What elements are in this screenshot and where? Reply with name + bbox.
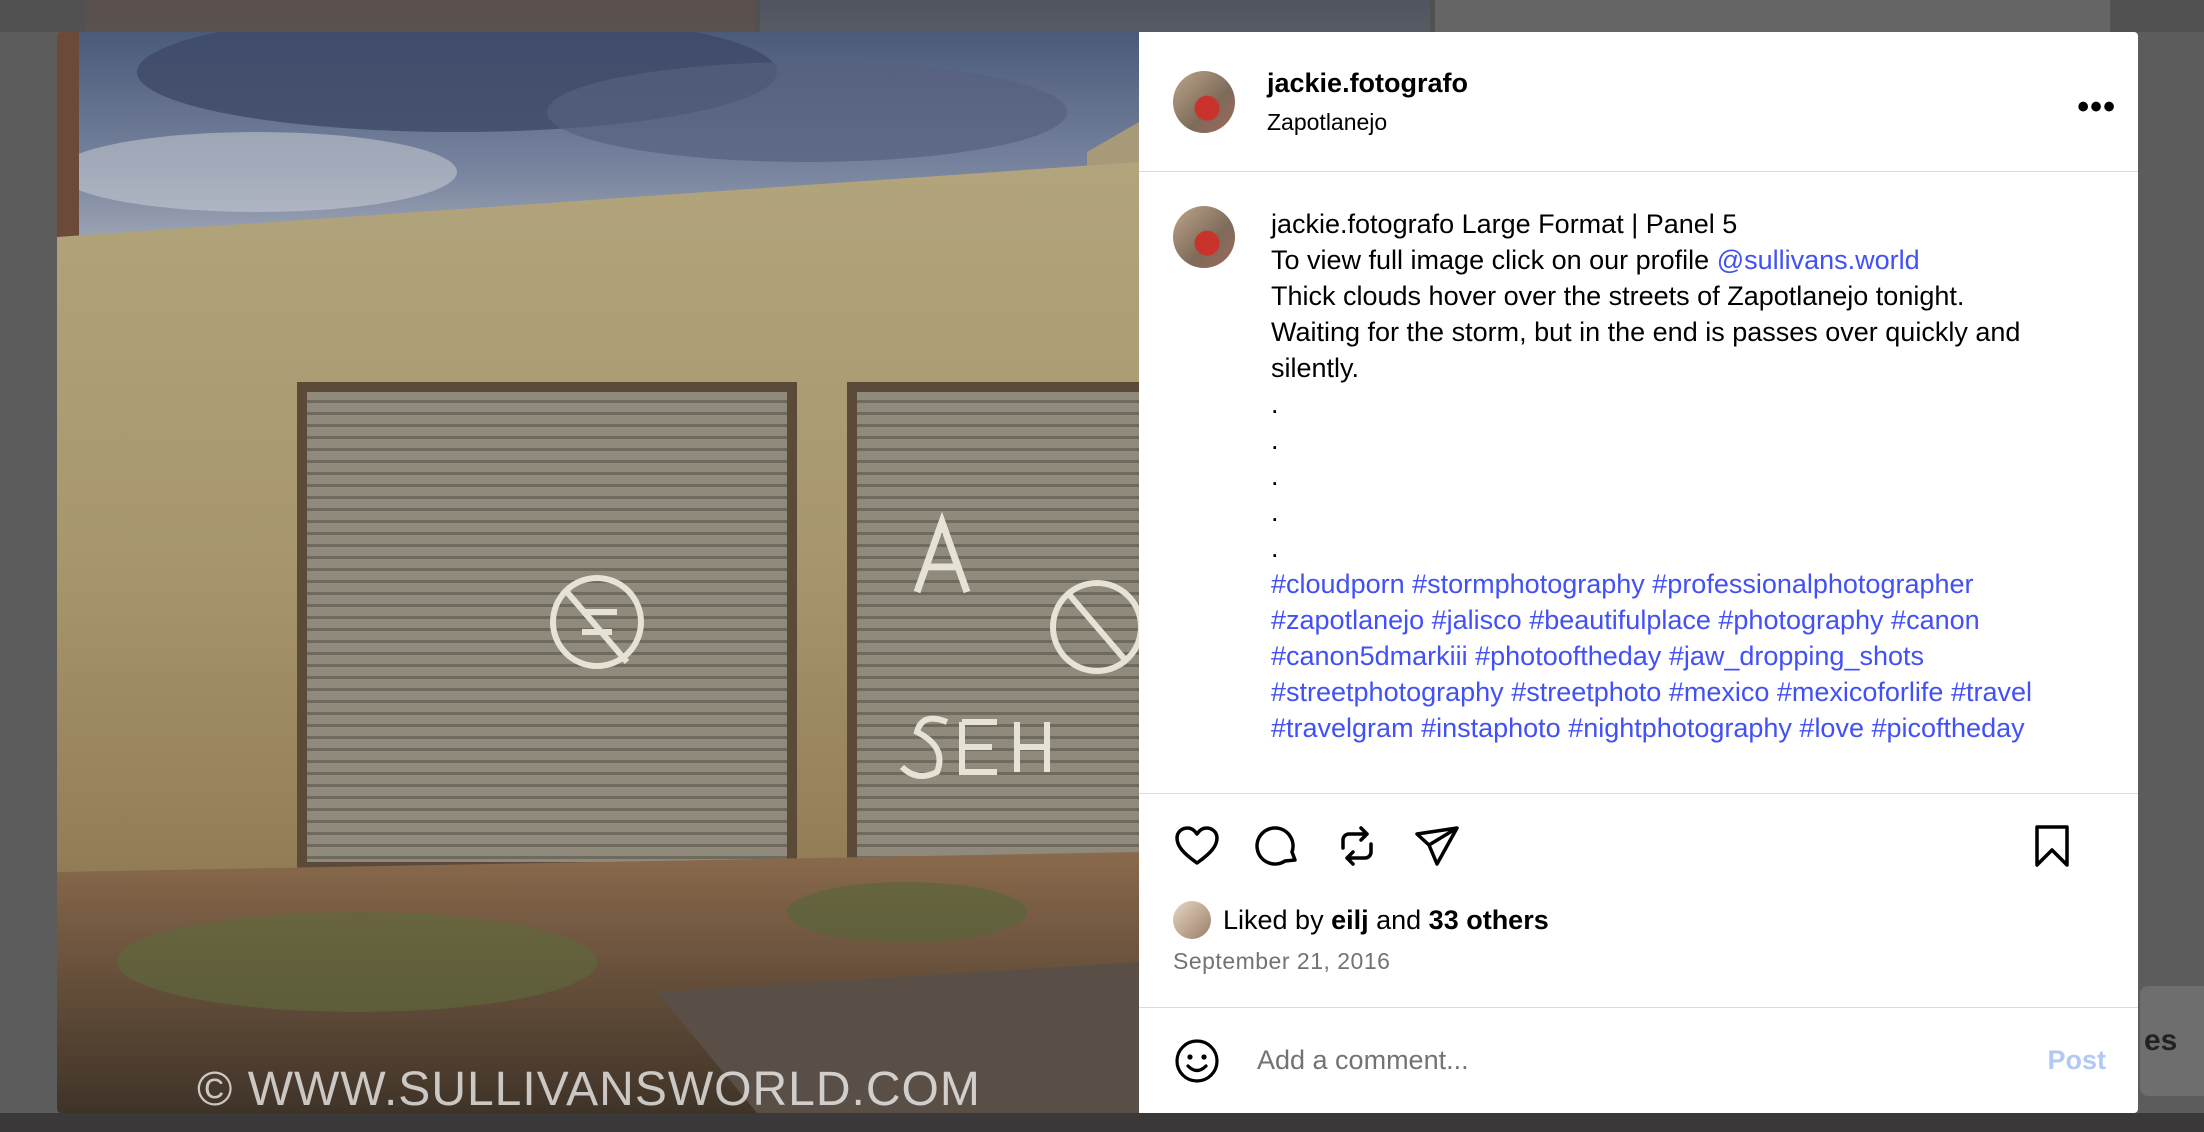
caption-text: Thick clouds hover over the streets of Z… bbox=[1271, 281, 2021, 383]
side-card-text: es bbox=[2144, 1024, 2178, 1057]
hashtag-link[interactable]: #jaw_dropping_shots bbox=[1669, 641, 1924, 671]
likes-summary: Liked by eilj and 33 others bbox=[1139, 898, 2138, 942]
share-icon[interactable] bbox=[1413, 822, 1461, 870]
likes-prefix: Liked by bbox=[1223, 904, 1332, 935]
hashtag-link[interactable]: #beautifulplace bbox=[1529, 605, 1711, 635]
author-avatar[interactable] bbox=[1173, 70, 1235, 133]
comment-input[interactable] bbox=[1255, 1044, 2019, 1077]
caption-dot: . bbox=[1271, 461, 1279, 491]
caption-dot: . bbox=[1271, 389, 1279, 419]
post-actions bbox=[1139, 794, 2138, 898]
hashtag-link[interactable]: #love bbox=[1799, 713, 1864, 743]
author-username[interactable]: jackie.fotografo bbox=[1267, 68, 1468, 99]
caption-title: Large Format | Panel 5 bbox=[1461, 209, 1738, 239]
hashtag-link[interactable]: #nightphotography bbox=[1568, 713, 1792, 743]
hashtag-link[interactable]: #streetphotography bbox=[1271, 677, 1504, 707]
liker-avatar[interactable] bbox=[1173, 901, 1211, 939]
hashtag-link[interactable]: #picoftheday bbox=[1871, 713, 2024, 743]
hashtag-link[interactable]: #mexicoforlife bbox=[1777, 677, 1944, 707]
post-details-panel: jackie.fotografo Zapotlanejo ••• jackie.… bbox=[1139, 32, 2138, 1113]
post-caption: jackie.fotografo Large Format | Panel 5 … bbox=[1139, 172, 2138, 794]
author-info: jackie.fotografo Zapotlanejo bbox=[1267, 68, 1468, 136]
likes-text: Liked by eilj and 33 others bbox=[1223, 905, 1549, 936]
caption-author-avatar[interactable] bbox=[1173, 206, 1235, 268]
hashtag-link[interactable]: #travelgram bbox=[1271, 713, 1414, 743]
likes-others-link[interactable]: 33 others bbox=[1429, 905, 1549, 935]
hashtag-link[interactable]: #mexico bbox=[1669, 677, 1770, 707]
post-photo[interactable]: © WWW.SULLIVANSWORLD.COM bbox=[57, 32, 1139, 1113]
hashtag-link[interactable]: #canon bbox=[1891, 605, 1980, 635]
hashtag-link[interactable]: #travel bbox=[1951, 677, 2032, 707]
hashtag-link[interactable]: #professionalphotographer bbox=[1652, 569, 1973, 599]
post-comment-button[interactable]: Post bbox=[2047, 1045, 2106, 1076]
caption-dot: . bbox=[1271, 425, 1279, 455]
more-options-icon[interactable]: ••• bbox=[2077, 88, 2116, 127]
comment-icon[interactable] bbox=[1253, 822, 1301, 870]
caption-dot: . bbox=[1271, 533, 1279, 563]
post-header: jackie.fotografo Zapotlanejo ••• bbox=[1139, 32, 2138, 172]
hashtag-link[interactable]: #jalisco bbox=[1432, 605, 1522, 635]
liker-username[interactable]: eilj bbox=[1331, 905, 1369, 935]
hashtag-link[interactable]: #zapotlanejo bbox=[1271, 605, 1424, 635]
post-date[interactable]: September 21, 2016 bbox=[1139, 948, 2138, 975]
hashtag-link[interactable]: #instaphoto bbox=[1421, 713, 1561, 743]
caption-username[interactable]: jackie.fotografo bbox=[1271, 209, 1454, 239]
hashtag-link[interactable]: #stormphotography bbox=[1412, 569, 1645, 599]
background-overlay bbox=[0, 0, 2204, 32]
caption-dot: . bbox=[1271, 497, 1279, 527]
background-overlay-bottom bbox=[0, 1113, 2204, 1132]
post-modal: © WWW.SULLIVANSWORLD.COM jackie.fotograf… bbox=[57, 32, 2138, 1113]
background-side-card: es bbox=[2140, 986, 2204, 1096]
emoji-icon[interactable] bbox=[1173, 1037, 1221, 1085]
hashtag-link[interactable]: #cloudporn bbox=[1271, 569, 1405, 599]
hashtag-link[interactable]: #streetphoto bbox=[1511, 677, 1661, 707]
hashtag-link[interactable]: #photography bbox=[1718, 605, 1883, 635]
photo-watermark: © WWW.SULLIVANSWORLD.COM bbox=[197, 1063, 981, 1113]
caption-hashtags: #cloudporn #stormphotography #profession… bbox=[1271, 569, 2032, 743]
caption-mention-link[interactable]: @sullivans.world bbox=[1717, 245, 1920, 275]
hashtag-link[interactable]: #photooftheday bbox=[1475, 641, 1661, 671]
comment-bar: Post bbox=[1139, 1007, 2138, 1113]
hashtag-link[interactable]: #canon5dmarkiii bbox=[1271, 641, 1468, 671]
bookmark-icon[interactable] bbox=[2028, 822, 2076, 870]
post-location[interactable]: Zapotlanejo bbox=[1267, 109, 1468, 136]
photo-illustration bbox=[57, 32, 1139, 1113]
repost-icon[interactable] bbox=[1333, 822, 1381, 870]
caption-line-1: To view full image click on our profile bbox=[1271, 245, 1717, 275]
likes-middle: and bbox=[1368, 904, 1429, 935]
caption-body: jackie.fotografo Large Format | Panel 5 … bbox=[1271, 206, 2051, 793]
heart-icon[interactable] bbox=[1173, 822, 1221, 870]
